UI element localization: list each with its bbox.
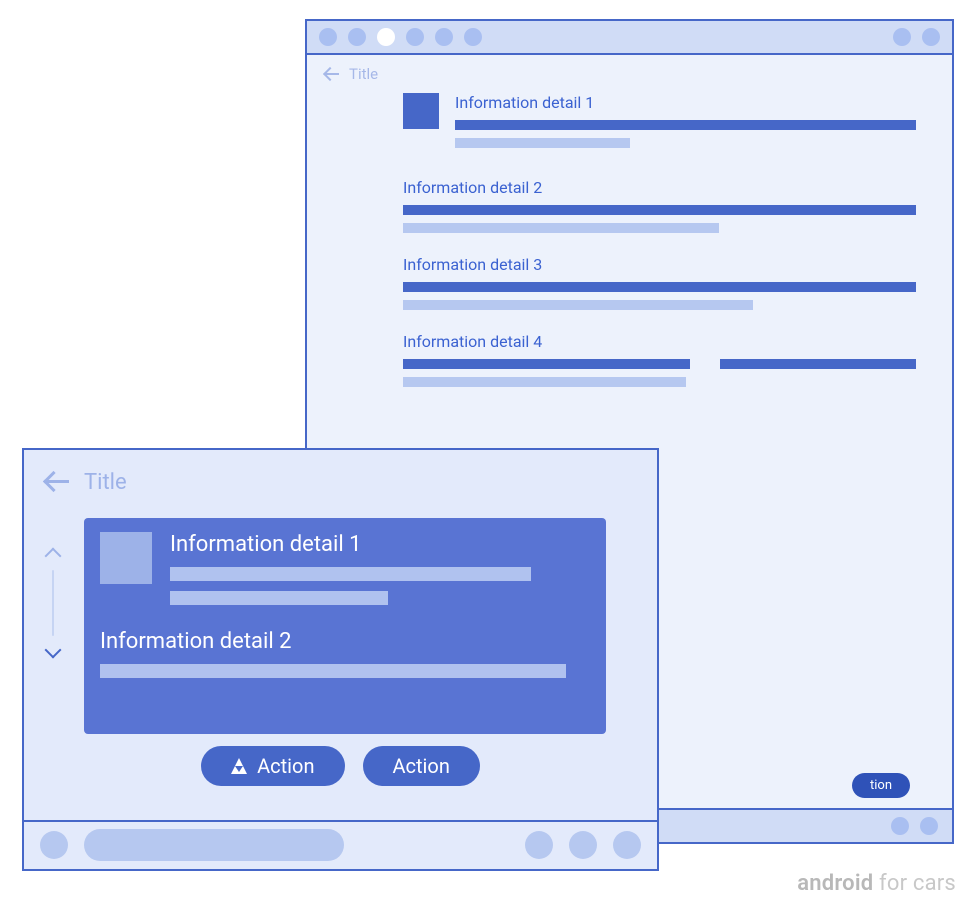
text-placeholder-bar [403,223,719,233]
titlebar-dot-active-icon [377,28,395,46]
secondary-action-button[interactable]: Action [363,746,480,786]
action-button[interactable]: tion [852,773,910,798]
page-header: Title [307,55,952,83]
action-strip: Action Action [24,746,657,786]
nav-pill[interactable] [84,829,344,861]
titlebar-dot-icon [406,28,424,46]
text-placeholder-bar [455,120,916,130]
item-title: Information detail 1 [170,532,590,557]
titlebar-dot-icon [922,28,940,46]
branding-text: android for cars [797,871,956,896]
primary-action-button[interactable]: Action [201,746,344,786]
action-label-fragment: tion [870,778,892,793]
scroll-indicator[interactable] [42,550,64,656]
text-placeholder-bar [100,664,566,678]
nav-dot-icon[interactable] [613,831,641,859]
titlebar-dots-right [893,28,940,46]
wireframe-window-small: Title Information detail 1 Information d… [22,448,659,871]
back-arrow-icon[interactable] [42,468,70,496]
list-item: Information detail 3 [351,255,916,310]
list-item: Information detail 1 [100,532,590,615]
text-placeholder-bar [403,359,690,369]
text-placeholder-bar [403,300,753,310]
titlebar [307,21,952,55]
text-placeholder-bar [455,138,630,148]
item-title: Information detail 3 [351,255,916,274]
branding-suffix: for cars [873,871,956,896]
text-placeholder-bar [403,282,916,292]
action-label: Action [393,754,450,778]
nav-dot-icon[interactable] [569,831,597,859]
bottombar-dot-icon [920,817,938,835]
page-title: Title [349,65,378,83]
item-title: Information detail 1 [455,93,916,112]
branding-logo: android [797,871,873,896]
chevron-down-icon[interactable] [45,642,62,659]
titlebar-dot-icon [464,28,482,46]
bottombar [24,820,657,869]
list-item: Information detail 2 [351,178,916,233]
action-label: Action [257,754,314,778]
content-area: Information detail 1 Information detail … [307,83,952,387]
page-header: Title [24,450,657,502]
item-title: Information detail 2 [351,178,916,197]
titlebar-dot-icon [319,28,337,46]
bottombar-dot-icon [891,817,909,835]
list-item: Information detail 2 [100,629,590,678]
text-placeholder-bar [170,567,531,581]
scroll-track [52,570,54,636]
text-placeholder-bar [720,359,916,369]
titlebar-dot-icon [348,28,366,46]
titlebar-dot-icon [435,28,453,46]
item-image-icon [100,532,152,584]
back-arrow-icon[interactable] [321,65,339,83]
item-title: Information detail 2 [100,629,590,654]
text-placeholder-bar [403,377,686,387]
list-item: Information detail 4 [351,332,916,387]
nav-dot-icon[interactable] [40,831,68,859]
nav-dot-icon[interactable] [525,831,553,859]
content-frame: Title Information detail 1 Information d… [24,450,657,822]
titlebar-dot-icon [893,28,911,46]
navigation-arrow-icon [231,758,247,774]
text-placeholder-bar [403,205,916,215]
item-title: Information detail 4 [351,332,916,351]
text-placeholder-bar [170,591,388,605]
page-title: Title [84,470,127,495]
list-item: Information detail 1 [403,93,916,156]
item-image-icon [403,93,439,129]
focused-card[interactable]: Information detail 1 Information detail … [84,518,606,734]
titlebar-dots-left [319,28,482,46]
chevron-up-icon[interactable] [45,548,62,565]
